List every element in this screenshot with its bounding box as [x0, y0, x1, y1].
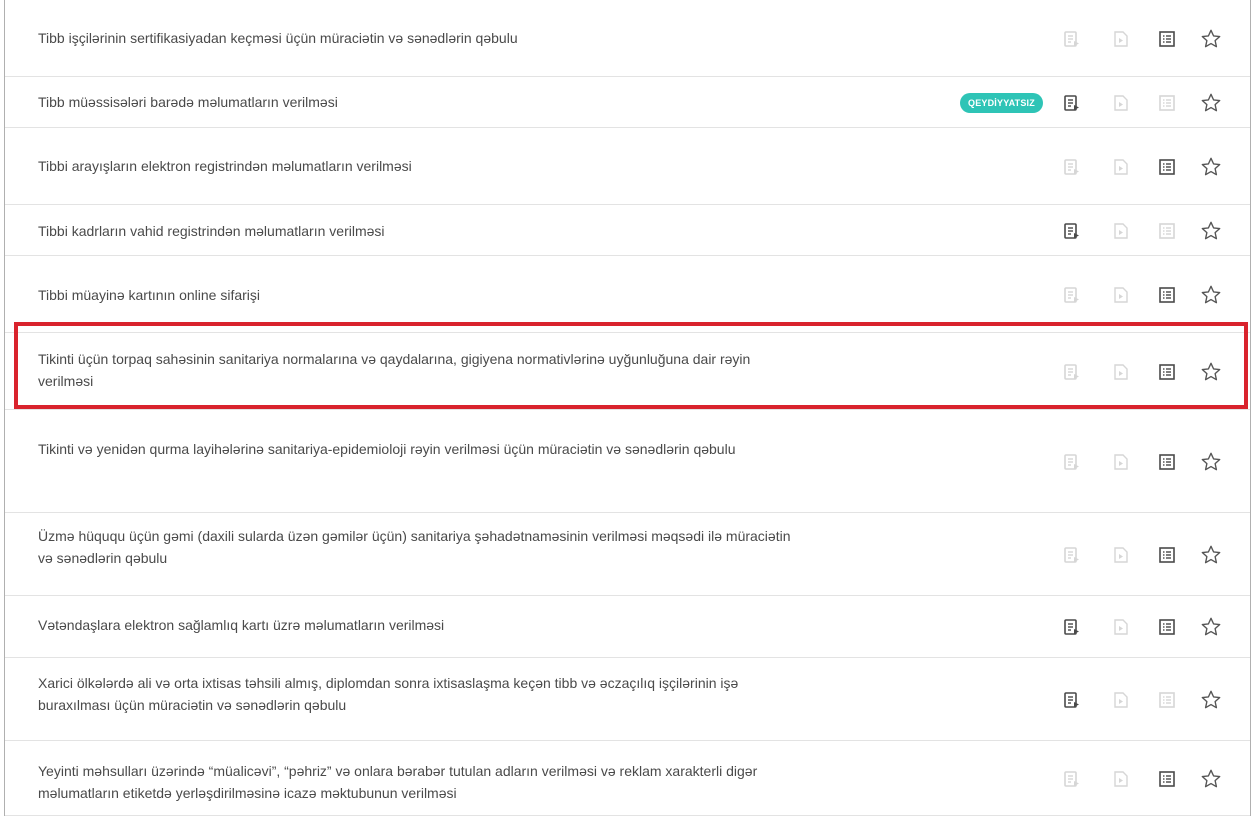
info-list-icon[interactable] [1156, 28, 1178, 50]
service-title[interactable]: Tibb işçilərinin sertifikasiyadan keçməs… [38, 27, 518, 49]
info-list-icon[interactable] [1156, 156, 1178, 178]
video-file-icon[interactable] [1110, 361, 1132, 383]
electronic-service-icon[interactable] [1061, 92, 1083, 114]
video-file-icon[interactable] [1110, 768, 1132, 790]
electronic-service-icon[interactable] [1061, 768, 1083, 790]
service-row[interactable]: Üzmə hüququ üçün gəmi (daxili sularda üz… [5, 513, 1250, 596]
service-row[interactable]: Tikinti və yenidən qurma layihələrinə sa… [5, 410, 1250, 513]
service-row[interactable]: Vətəndaşlara elektron sağlamlıq kartı üz… [5, 596, 1250, 658]
favorite-star-icon[interactable] [1200, 768, 1222, 790]
service-row[interactable]: Tibbi arayışların elektron registrindən … [5, 128, 1250, 205]
service-title[interactable]: Tibbi kadrların vahid registrindən məlum… [38, 220, 385, 242]
video-file-icon[interactable] [1110, 92, 1132, 114]
electronic-service-icon[interactable] [1061, 28, 1083, 50]
service-title[interactable]: Tibb müəssisələri barədə məlumatların ve… [38, 91, 338, 113]
favorite-star-icon[interactable] [1200, 28, 1222, 50]
electronic-service-icon[interactable] [1061, 220, 1083, 242]
service-row[interactable]: Tibbi kadrların vahid registrindən məlum… [5, 205, 1250, 256]
electronic-service-icon[interactable] [1061, 284, 1083, 306]
service-row[interactable]: Tibbi müayinə kartının online sifarişi [5, 256, 1250, 333]
service-title[interactable]: Yeyinti məhsulları üzərində “müalicəvi”,… [38, 760, 798, 804]
video-file-icon[interactable] [1110, 689, 1132, 711]
video-file-icon[interactable] [1110, 451, 1132, 473]
favorite-star-icon[interactable] [1200, 220, 1222, 242]
service-row[interactable]: Yeyinti məhsulları üzərində “müalicəvi”,… [5, 741, 1250, 816]
favorite-star-icon[interactable] [1200, 616, 1222, 638]
no-registration-badge: QEYDİYYATSIZ [960, 93, 1043, 113]
video-file-icon[interactable] [1110, 28, 1132, 50]
video-file-icon[interactable] [1110, 284, 1132, 306]
service-row[interactable]: Tibb işçilərinin sertifikasiyadan keçməs… [5, 0, 1250, 77]
electronic-service-icon[interactable] [1061, 616, 1083, 638]
favorite-star-icon[interactable] [1200, 544, 1222, 566]
favorite-star-icon[interactable] [1200, 451, 1222, 473]
service-row[interactable]: Xarici ölkələrdə ali və orta ixtisas təh… [5, 658, 1250, 741]
favorite-star-icon[interactable] [1200, 156, 1222, 178]
service-title[interactable]: Üzmə hüququ üçün gəmi (daxili sularda üz… [38, 525, 798, 569]
service-title[interactable]: Tikinti və yenidən qurma layihələrinə sa… [38, 438, 736, 460]
info-list-icon[interactable] [1156, 544, 1178, 566]
info-list-icon[interactable] [1156, 284, 1178, 306]
service-title[interactable]: Xarici ölkələrdə ali və orta ixtisas təh… [38, 672, 798, 716]
video-file-icon[interactable] [1110, 544, 1132, 566]
favorite-star-icon[interactable] [1200, 361, 1222, 383]
service-row[interactable]: Tikinti üçün torpaq sahəsinin sanitariya… [5, 333, 1250, 410]
favorite-star-icon[interactable] [1200, 92, 1222, 114]
electronic-service-icon[interactable] [1061, 451, 1083, 473]
info-list-icon[interactable] [1156, 361, 1178, 383]
info-list-icon[interactable] [1156, 451, 1178, 473]
info-list-icon[interactable] [1156, 689, 1178, 711]
info-list-icon[interactable] [1156, 92, 1178, 114]
video-file-icon[interactable] [1110, 616, 1132, 638]
service-title[interactable]: Tibbi arayışların elektron registrindən … [38, 155, 412, 177]
info-list-icon[interactable] [1156, 220, 1178, 242]
electronic-service-icon[interactable] [1061, 689, 1083, 711]
electronic-service-icon[interactable] [1061, 361, 1083, 383]
favorite-star-icon[interactable] [1200, 689, 1222, 711]
info-list-icon[interactable] [1156, 768, 1178, 790]
electronic-service-icon[interactable] [1061, 156, 1083, 178]
service-title[interactable]: Vətəndaşlara elektron sağlamlıq kartı üz… [38, 614, 444, 636]
service-title[interactable]: Tibbi müayinə kartının online sifarişi [38, 284, 260, 306]
video-file-icon[interactable] [1110, 156, 1132, 178]
service-row[interactable]: Tibb müəssisələri barədə məlumatların ve… [5, 77, 1250, 128]
electronic-service-icon[interactable] [1061, 544, 1083, 566]
info-list-icon[interactable] [1156, 616, 1178, 638]
service-title[interactable]: Tikinti üçün torpaq sahəsinin sanitariya… [38, 348, 798, 392]
video-file-icon[interactable] [1110, 220, 1132, 242]
favorite-star-icon[interactable] [1200, 284, 1222, 306]
